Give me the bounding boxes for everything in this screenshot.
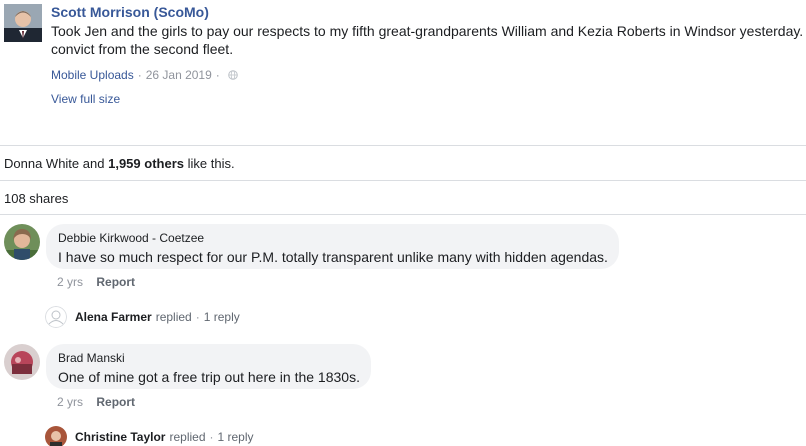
meta-separator: · xyxy=(137,68,142,82)
comment-bubble: Brad Manski One of mine got a free trip … xyxy=(46,344,371,389)
reply-separator: · xyxy=(209,430,214,444)
comment-text: I have so much respect for our P.M. tota… xyxy=(58,249,608,265)
divider xyxy=(0,145,806,146)
reaction-others-link[interactable]: 1,959 others xyxy=(108,156,184,171)
view-full-size-link[interactable]: View full size xyxy=(51,92,120,106)
post-author-name[interactable]: Scott Morrison (ScoMo) xyxy=(51,4,209,20)
reply-verb: replied xyxy=(169,430,206,444)
divider xyxy=(0,180,806,181)
comment-author-avatar[interactable] xyxy=(4,344,40,380)
reply-verb: replied xyxy=(155,310,192,324)
globe-icon[interactable] xyxy=(227,70,238,80)
reaction-suffix: like this. xyxy=(187,156,235,171)
post-meta: Mobile Uploads · 26 Jan 2019 · xyxy=(51,68,238,82)
comment-bubble: Debbie Kirkwood - Coetzee I have so much… xyxy=(46,224,619,269)
comment-actions: 2 yrs Report xyxy=(57,395,135,409)
post-source-link[interactable]: Mobile Uploads xyxy=(51,68,134,82)
comment-timestamp[interactable]: 2 yrs xyxy=(57,275,83,289)
comment-author-name[interactable]: Debbie Kirkwood - Coetzee xyxy=(58,231,607,245)
reactions-summary[interactable]: Donna White and 1,959 others like this. xyxy=(4,156,235,171)
meta-separator: · xyxy=(215,68,220,82)
reply-separator: · xyxy=(195,310,200,324)
post-text-line-2: convict from the second fleet. xyxy=(51,41,234,57)
comment-text: One of mine got a free trip out here in … xyxy=(58,369,360,385)
reply-summary[interactable]: Alena Farmer replied · 1 reply xyxy=(45,306,240,328)
post-text: Took Jen and the girls to pay our respec… xyxy=(51,22,806,58)
post-author-avatar[interactable] xyxy=(4,4,42,42)
shares-count[interactable]: 108 shares xyxy=(4,191,68,206)
post-date[interactable]: 26 Jan 2019 xyxy=(146,68,212,82)
comment-author-avatar[interactable] xyxy=(4,224,40,260)
reply-author-avatar xyxy=(45,426,67,446)
comment-actions: 2 yrs Report xyxy=(57,275,135,289)
reply-author-name[interactable]: Christine Taylor xyxy=(75,430,165,444)
reply-count[interactable]: 1 reply xyxy=(204,310,240,324)
post-text-line-1: Took Jen and the girls to pay our respec… xyxy=(51,23,804,39)
report-button[interactable]: Report xyxy=(96,395,135,409)
reaction-and: and xyxy=(82,156,105,171)
divider xyxy=(0,214,806,215)
comment-author-name[interactable]: Brad Manski xyxy=(58,351,359,365)
reply-author-name[interactable]: Alena Farmer xyxy=(75,310,152,324)
reaction-first-name[interactable]: Donna White xyxy=(4,156,79,171)
comment-timestamp[interactable]: 2 yrs xyxy=(57,395,83,409)
reply-summary[interactable]: Christine Taylor replied · 1 reply xyxy=(45,426,254,446)
reply-count[interactable]: 1 reply xyxy=(218,430,254,444)
report-button[interactable]: Report xyxy=(96,275,135,289)
reply-author-avatar xyxy=(45,306,67,328)
